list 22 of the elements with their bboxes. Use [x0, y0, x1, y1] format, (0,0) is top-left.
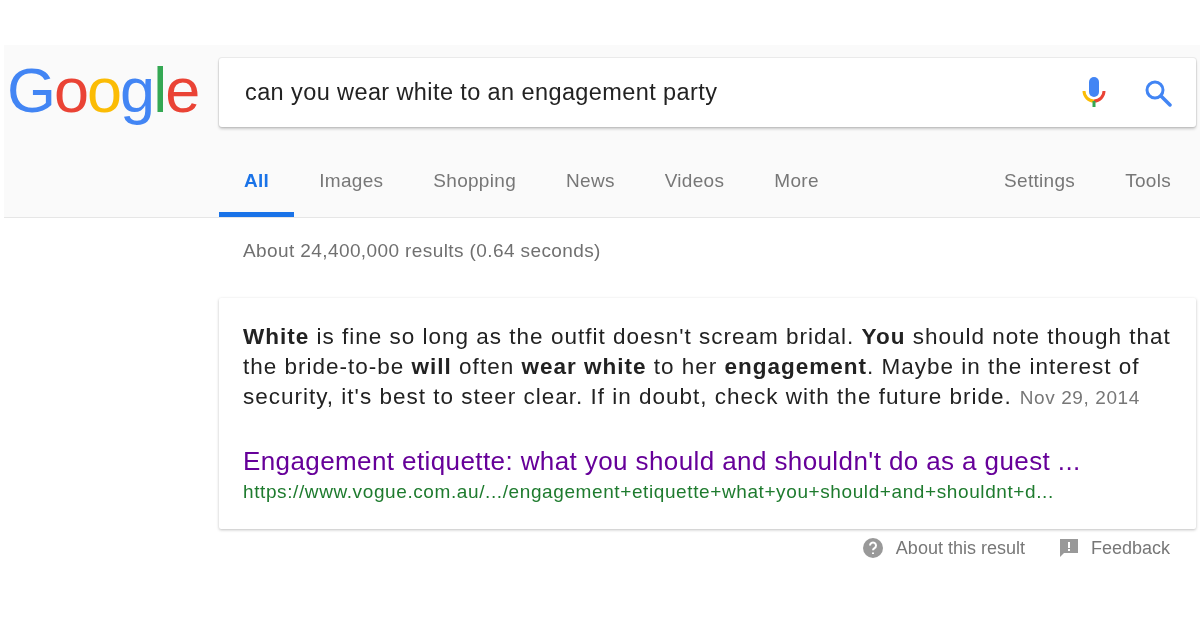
- footer-link[interactable]: About this result: [861, 537, 1025, 559]
- microphone-icon[interactable]: [1082, 75, 1106, 110]
- feedback-icon: [1058, 538, 1079, 558]
- tab[interactable]: Videos: [639, 127, 750, 217]
- toolbar-link[interactable]: Settings: [979, 127, 1101, 217]
- result-url: https://www.vogue.com.au/.../engagement+etiquette+what+you+should+and+shouldnt+d...: [243, 481, 1055, 503]
- tab[interactable]: Images: [294, 127, 409, 217]
- search-icon[interactable]: [1144, 78, 1172, 107]
- footer-link-text[interactable]: Feedback: [1090, 537, 1170, 559]
- tab[interactable]: More: [749, 127, 844, 217]
- tab[interactable]: News: [541, 127, 640, 217]
- snippet-text: White is fine so long as the outfit doesn't scream bridal. You should note though that the bride-to-be will often wear white to her engagement. Maybe in the interest of security, it's best to steer clear. If in doubt, check with the future bride. Nov 29, 2014: [243, 323, 1172, 411]
- result-title-link[interactable]: Engagement etiquette: what you should and shouldn't do as a guest ...: [243, 446, 1172, 477]
- result-stats: About 24,400,000 results (0.64 seconds): [243, 240, 602, 262]
- footer-link[interactable]: Feedback: [1058, 537, 1170, 559]
- tab[interactable]: All: [219, 127, 295, 217]
- footer-link-text[interactable]: About this result: [895, 537, 1025, 559]
- tab[interactable]: Shopping: [408, 127, 541, 217]
- question-icon: [861, 537, 884, 559]
- toolbar-link[interactable]: Tools: [1100, 127, 1196, 217]
- search-bar[interactable]: can you wear white to an engagement party: [219, 58, 1196, 127]
- search-field[interactable]: can you wear white to an engagement party: [243, 78, 1082, 107]
